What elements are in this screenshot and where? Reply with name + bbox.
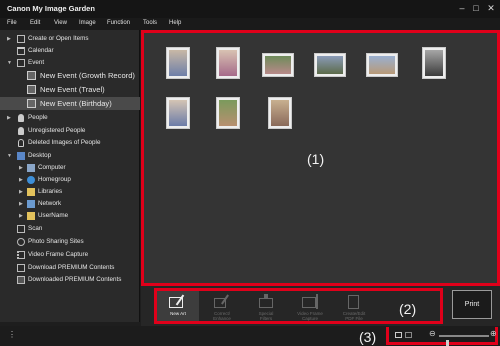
- status-bar: ⋮ (3) ⊖ ⊕: [0, 326, 500, 346]
- new-art-icon: [167, 294, 189, 309]
- expand-arrow-icon[interactable]: ▶: [19, 162, 23, 174]
- maximize-icon[interactable]: □: [469, 2, 483, 15]
- sidebar-item-create-items[interactable]: ▶ Create or Open Items: [0, 33, 140, 45]
- correct-enhance-button[interactable]: Correct/ Enhance: [201, 291, 243, 321]
- sidebar-item-libraries[interactable]: ▶ Libraries: [0, 186, 140, 198]
- grid-view-icon[interactable]: [395, 332, 402, 338]
- zoom-slider-knob[interactable]: [446, 340, 450, 346]
- sidebar-item-people[interactable]: ▶ People: [0, 112, 140, 124]
- zoom-slider[interactable]: [439, 335, 489, 346]
- menu-view[interactable]: View: [54, 20, 67, 26]
- sidebar-item-desktop[interactable]: ▼ Desktop: [0, 150, 140, 162]
- photo-thumbnail[interactable]: [166, 47, 190, 79]
- folder-icon: [27, 212, 35, 220]
- homegroup-icon: [27, 176, 35, 184]
- window-title: Canon My Image Garden: [7, 4, 95, 13]
- sidebar-item-deleted-people[interactable]: Deleted Images of People: [0, 137, 140, 149]
- download-icon: [17, 264, 25, 272]
- sidebar-item-video-frame-capture[interactable]: Video Frame Capture: [0, 249, 140, 261]
- sidebar-item-computer[interactable]: ▶ Computer: [0, 162, 140, 174]
- area-label-3: (3): [359, 329, 377, 345]
- scan-icon: [17, 225, 25, 233]
- video-frame-capture-icon: [299, 294, 321, 309]
- person-icon: [18, 114, 24, 122]
- sidebar-item-event-birthday[interactable]: New Event (Birthday): [0, 97, 140, 110]
- view-zoom-controls: ⊖ ⊕: [386, 327, 498, 346]
- sidebar: ▶ Create or Open Items Calendar ▼ Event …: [0, 30, 140, 322]
- sidebar-item-event-travel[interactable]: New Event (Travel): [0, 83, 140, 96]
- zoom-out-icon[interactable]: ⊖: [429, 329, 436, 338]
- tool-buttons-area: New Art Correct/ Enhance Special Filters…: [154, 288, 443, 324]
- menu-edit[interactable]: Edit: [30, 20, 40, 26]
- event-icon: [17, 59, 25, 67]
- new-art-button[interactable]: New Art: [157, 291, 199, 321]
- sidebar-item-username[interactable]: ▶ UserName: [0, 210, 140, 222]
- expand-arrow-icon[interactable]: ▶: [19, 198, 23, 210]
- photo-thumbnail[interactable]: [262, 53, 294, 77]
- folder-icon: [27, 188, 35, 196]
- sidebar-item-downloaded-premium[interactable]: Downloaded PREMIUM Contents: [0, 274, 140, 286]
- sidebar-item-photo-sharing[interactable]: Photo Sharing Sites: [0, 236, 140, 248]
- bottom-toolbar: New Art Correct/ Enhance Special Filters…: [141, 286, 500, 326]
- sidebar-item-download-premium[interactable]: Download PREMIUM Contents: [0, 262, 140, 274]
- menu-tools[interactable]: Tools: [143, 20, 157, 26]
- collapse-arrow-icon[interactable]: ▼: [7, 57, 12, 69]
- event-photo-icon: [27, 99, 36, 108]
- create-edit-pdf-button[interactable]: Create/Edit PDF File: [333, 291, 375, 321]
- expand-arrow-icon[interactable]: ▶: [19, 186, 23, 198]
- menu-image[interactable]: Image: [79, 20, 96, 26]
- sidebar-item-network[interactable]: ▶ Network: [0, 198, 140, 210]
- photo-thumbnail[interactable]: [216, 97, 240, 129]
- sidebar-item-calendar[interactable]: Calendar: [0, 45, 140, 57]
- photo-thumbnail[interactable]: [268, 97, 292, 129]
- photo-thumbnail[interactable]: [422, 47, 446, 79]
- network-icon: [27, 200, 35, 208]
- minimize-icon[interactable]: –: [455, 2, 469, 15]
- area-label-2: (2): [399, 301, 417, 317]
- more-options-icon[interactable]: ⋮: [8, 330, 16, 339]
- pdf-icon: [343, 294, 365, 309]
- expand-arrow-icon[interactable]: ▶: [19, 174, 23, 186]
- expand-arrow-icon[interactable]: ▶: [7, 112, 11, 124]
- photo-thumbnail[interactable]: [314, 53, 346, 77]
- photo-thumbnail[interactable]: [366, 53, 398, 77]
- calendar-icon: [17, 47, 25, 55]
- event-photo-icon: [27, 85, 36, 94]
- person-icon: [18, 127, 24, 135]
- video-icon: [17, 251, 25, 259]
- sidebar-item-homegroup[interactable]: ▶ Homegroup: [0, 174, 140, 186]
- video-frame-capture-button[interactable]: Video Frame Capture: [289, 291, 331, 321]
- detail-view-icon[interactable]: [405, 332, 412, 338]
- sidebar-item-scan[interactable]: Scan: [0, 223, 140, 235]
- sidebar-item-event-growth-record[interactable]: New Event (Growth Record): [0, 69, 140, 82]
- title-bar: Canon My Image Garden – □ ✕: [0, 0, 500, 18]
- desktop-icon: [17, 152, 25, 160]
- close-icon[interactable]: ✕: [484, 2, 498, 15]
- expand-arrow-icon[interactable]: ▶: [19, 210, 23, 222]
- image-thumbnail-area[interactable]: (1): [141, 30, 500, 286]
- print-button[interactable]: Print: [452, 290, 492, 319]
- zoom-in-icon[interactable]: ⊕: [490, 329, 497, 338]
- photo-sharing-icon: [17, 238, 25, 246]
- area-label-1: (1): [307, 151, 325, 167]
- menu-help[interactable]: Help: [169, 20, 181, 26]
- sidebar-item-event[interactable]: ▼ Event: [0, 57, 140, 69]
- menu-bar: File Edit View Image Function Tools Help: [0, 18, 500, 30]
- correct-enhance-icon: [211, 294, 233, 309]
- photo-thumbnail[interactable]: [166, 97, 190, 129]
- expand-arrow-icon[interactable]: ▶: [7, 33, 11, 45]
- downloaded-icon: [17, 276, 25, 284]
- menu-file[interactable]: File: [7, 20, 17, 26]
- menu-function[interactable]: Function: [107, 20, 130, 26]
- create-items-icon: [17, 35, 25, 43]
- event-photo-icon: [27, 71, 36, 80]
- collapse-arrow-icon[interactable]: ▼: [7, 150, 12, 162]
- photo-thumbnail[interactable]: [216, 47, 240, 79]
- special-filters-button[interactable]: Special Filters: [245, 291, 287, 321]
- computer-icon: [27, 164, 35, 172]
- special-filters-icon: [255, 294, 277, 309]
- sidebar-item-unregistered-people[interactable]: Unregistered People: [0, 125, 140, 137]
- person-icon: [18, 139, 24, 147]
